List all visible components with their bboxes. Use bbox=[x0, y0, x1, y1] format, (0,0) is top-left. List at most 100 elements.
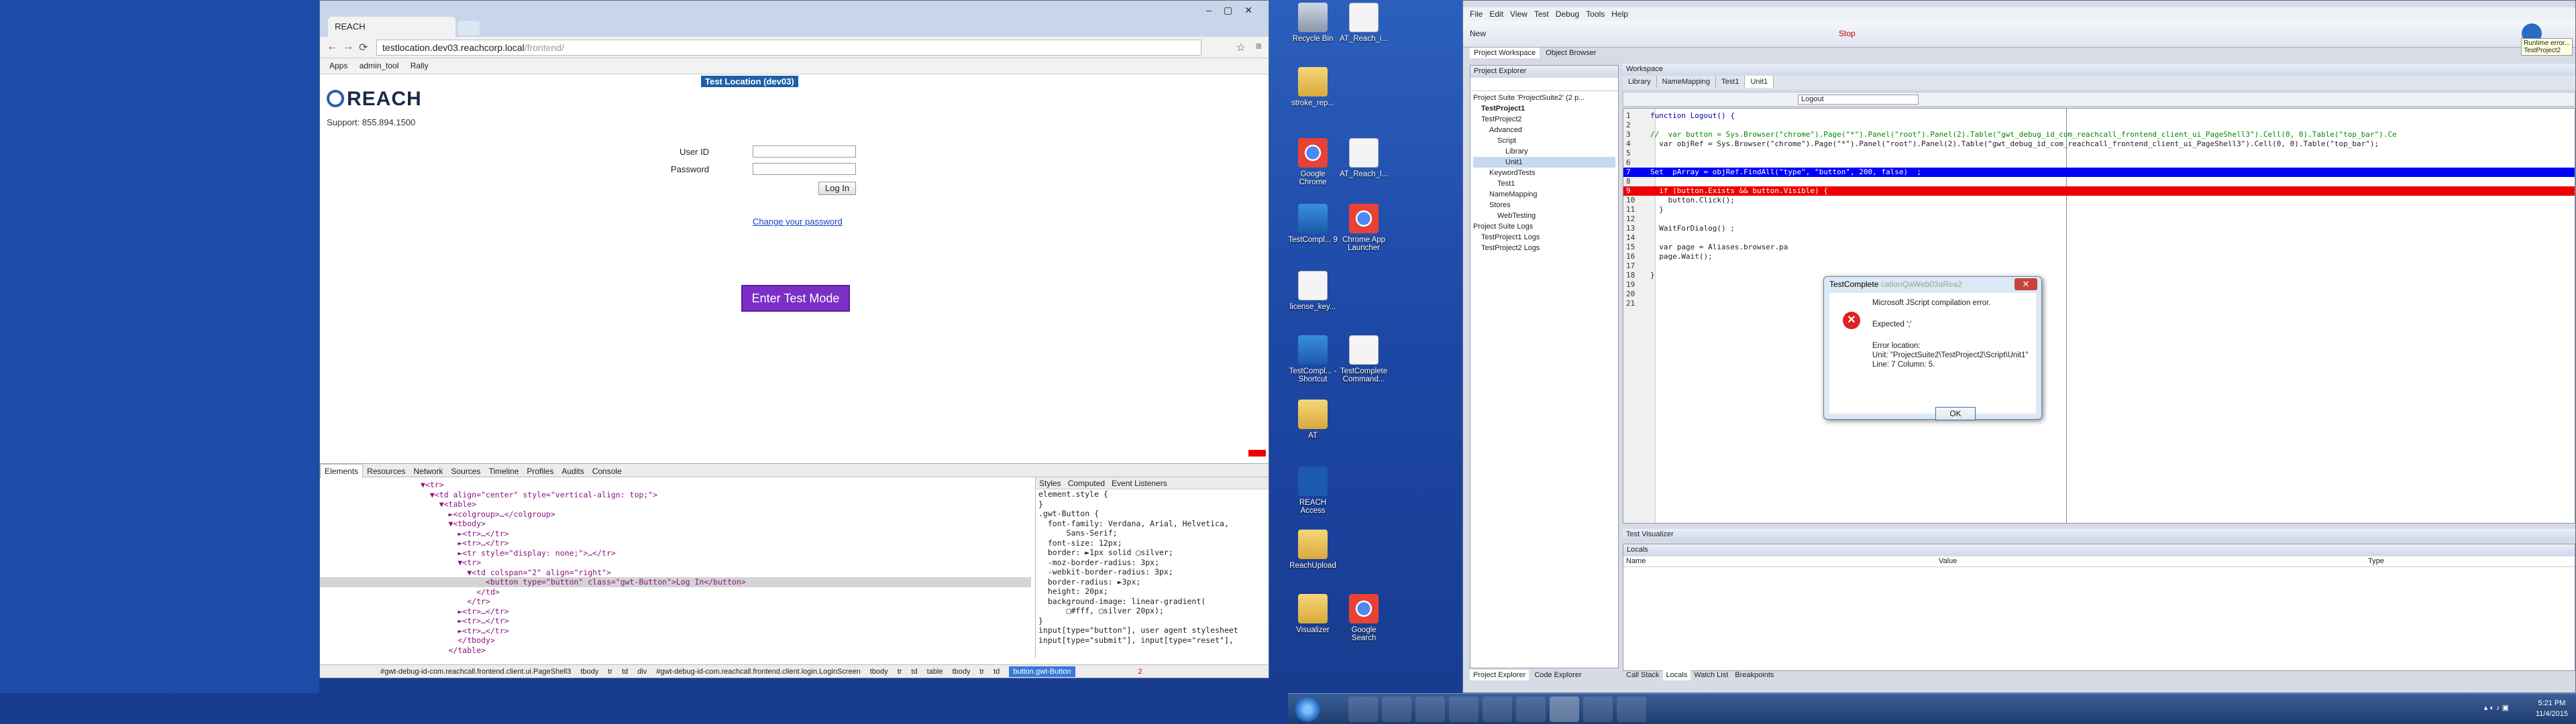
crumb[interactable]: tbody bbox=[952, 668, 970, 676]
dom-line[interactable]: </tbody> bbox=[320, 636, 1031, 646]
col-value[interactable]: Value bbox=[1939, 557, 1957, 565]
tab-code-explorer[interactable]: Code Explorer bbox=[1531, 670, 1585, 680]
tab-sources[interactable]: Sources bbox=[447, 465, 484, 478]
col-name[interactable]: Name bbox=[1626, 557, 1646, 565]
desktop-icon-chrome-app-launcher[interactable]: Chrome App Launcher bbox=[1339, 204, 1389, 252]
dom-line-selected[interactable]: <button type="button" class="gwt-Button"… bbox=[320, 577, 1031, 587]
dom-line[interactable]: ►<tr>…</tr> bbox=[320, 616, 1031, 626]
bookmark-rally[interactable]: Rally bbox=[411, 61, 429, 70]
tab-project-workspace[interactable]: Project Workspace bbox=[1470, 48, 1540, 58]
desktop-icon-visualizer[interactable]: Visualizer bbox=[1288, 594, 1338, 634]
tab-elements[interactable]: Elements bbox=[320, 464, 364, 478]
outlook-taskbar-icon[interactable] bbox=[1449, 697, 1479, 722]
tab-console[interactable]: Console bbox=[588, 465, 626, 478]
start-button[interactable] bbox=[1295, 697, 1320, 722]
crumb[interactable]: #gwt-debug-id-com.reachcall.frontend.cli… bbox=[380, 668, 571, 676]
reload-icon[interactable]: ⟳ bbox=[359, 41, 368, 54]
col-type[interactable]: Type bbox=[2368, 557, 2384, 565]
app-taskbar-icon[interactable] bbox=[1617, 697, 1646, 722]
code-editor[interactable]: 1 function Logout() { 2 3 // var button = … bbox=[1623, 108, 2575, 524]
dialog-close-button[interactable]: ✕ bbox=[2015, 278, 2037, 290]
desktop-icon-testcomplete-shortcut[interactable]: TestCompl... - Shortcut bbox=[1288, 335, 1338, 383]
crumb-selected[interactable]: button.gwt-Button bbox=[1009, 666, 1075, 677]
tab-locals[interactable]: Locals bbox=[1662, 670, 1691, 680]
tree-node[interactable]: Library bbox=[1473, 146, 1615, 157]
crumb[interactable]: td bbox=[994, 668, 1000, 676]
clock[interactable]: 5:21 PM 11/4/2015 bbox=[2536, 698, 2568, 719]
menu-help[interactable]: Help bbox=[1611, 9, 1628, 19]
crumb[interactable]: tbody bbox=[870, 668, 888, 676]
tab-object-browser[interactable]: Object Browser bbox=[1542, 48, 1600, 58]
password-input[interactable] bbox=[753, 163, 856, 175]
dom-line[interactable]: ►<tr>…</tr> bbox=[320, 607, 1031, 617]
desktop-icon-reach-access[interactable]: REACH Access bbox=[1288, 467, 1338, 515]
menu-tools[interactable]: Tools bbox=[1586, 9, 1605, 19]
app-taskbar-icon[interactable] bbox=[1516, 697, 1546, 722]
crumb[interactable]: table bbox=[927, 668, 943, 676]
tab-breakpoints[interactable]: Breakpoints bbox=[1731, 670, 1777, 680]
tree-node[interactable]: TestProject2 Logs bbox=[1473, 243, 1615, 253]
tab-call-stack[interactable]: Call Stack bbox=[1623, 670, 1663, 680]
testcomplete-taskbar-icon[interactable] bbox=[1550, 697, 1579, 722]
tab-network[interactable]: Network bbox=[409, 465, 447, 478]
desktop-icon-testcomplete-command[interactable]: TestComplete Command... bbox=[1339, 335, 1389, 383]
new-button[interactable]: New bbox=[1470, 29, 1486, 38]
tree-node[interactable]: KeywordTests bbox=[1473, 168, 1615, 178]
window-controls[interactable]: –▢✕ bbox=[1206, 5, 1265, 16]
desktop-icon-stroke-rep[interactable]: stroke_rep... bbox=[1288, 67, 1338, 107]
enter-test-mode-button[interactable]: Enter Test Mode bbox=[741, 285, 850, 312]
address-bar[interactable]: testlocation.dev03.reachcorp.local/front… bbox=[376, 40, 1201, 56]
menu-test[interactable]: Test bbox=[1534, 9, 1549, 19]
tree-node[interactable]: TestProject1 bbox=[1473, 103, 1615, 114]
tab-unit1[interactable]: Unit1 bbox=[1745, 76, 1774, 88]
tree-node[interactable]: Project Suite Logs bbox=[1473, 221, 1615, 232]
dom-line[interactable]: ▼<tr> bbox=[320, 480, 1031, 490]
system-tray[interactable]: ▴ ◐ ♪ ▣ bbox=[2484, 703, 2509, 712]
tree-node[interactable]: TestProject1 Logs bbox=[1473, 232, 1615, 243]
menu-icon[interactable]: ≡ bbox=[1256, 41, 1262, 53]
desktop-icon-recycle-bin[interactable]: Recycle Bin bbox=[1288, 3, 1338, 43]
dom-line[interactable]: ►<tr style="display: none;">…</tr> bbox=[320, 548, 1031, 558]
dom-line[interactable]: ▼<table> bbox=[320, 499, 1031, 509]
forward-icon[interactable]: → bbox=[343, 41, 354, 53]
tab-library[interactable]: Library bbox=[1623, 76, 1657, 88]
routine-select[interactable]: Logout bbox=[1798, 95, 1919, 105]
tab-timeline[interactable]: Timeline bbox=[484, 465, 523, 478]
dom-line[interactable]: ▼<td align="center" style="vertical-alig… bbox=[320, 490, 1031, 500]
app-taskbar-icon[interactable] bbox=[1483, 697, 1512, 722]
tab-resources[interactable]: Resources bbox=[363, 465, 409, 478]
tree-node-selected[interactable]: Unit1 bbox=[1473, 157, 1615, 168]
tab-computed[interactable]: Computed bbox=[1065, 477, 1108, 490]
desktop-icon-reachupload[interactable]: ReachUpload bbox=[1288, 530, 1338, 570]
browser-tab[interactable]: REACH bbox=[328, 17, 455, 37]
desktop-icon-testcomplete-9[interactable]: TestCompl... 9 bbox=[1288, 204, 1338, 244]
tab-watch-list[interactable]: Watch List bbox=[1690, 670, 1731, 680]
app-taskbar-icon[interactable] bbox=[1583, 697, 1613, 722]
menu-file[interactable]: File bbox=[1470, 9, 1483, 19]
new-tab-button[interactable] bbox=[458, 21, 480, 36]
dom-line[interactable]: ►<tr>…</tr> bbox=[320, 538, 1031, 548]
dom-line[interactable]: </tr> bbox=[320, 597, 1031, 607]
crumb[interactable]: td bbox=[911, 668, 917, 676]
crumb[interactable]: td bbox=[622, 668, 628, 676]
crumb[interactable]: tr bbox=[608, 668, 612, 676]
bookmark-admin-tool[interactable]: admin_tool bbox=[360, 61, 399, 70]
crumb[interactable]: tbody bbox=[580, 668, 598, 676]
tree-node[interactable]: Advanced bbox=[1473, 125, 1615, 135]
crumb[interactable]: tr bbox=[898, 668, 902, 676]
ok-button[interactable]: OK bbox=[1935, 407, 1976, 420]
dom-line[interactable]: ▼<td colspan="2" align="right"> bbox=[320, 568, 1031, 578]
desktop-icon-at-reach-l[interactable]: AT_Reach_l... bbox=[1339, 138, 1389, 178]
dom-line[interactable]: ►<tr>…</tr> bbox=[320, 626, 1031, 636]
tree-node[interactable]: Script bbox=[1473, 135, 1615, 146]
tree-node[interactable]: NameMapping bbox=[1473, 189, 1615, 200]
change-password-link[interactable]: Change your password bbox=[753, 217, 843, 227]
tab-audits[interactable]: Audits bbox=[557, 465, 588, 478]
tab-project-explorer[interactable]: Project Explorer bbox=[1470, 670, 1529, 680]
star-icon[interactable]: ☆ bbox=[1236, 41, 1246, 54]
error-count-badge[interactable]: 2 bbox=[1138, 668, 1142, 676]
user-id-input[interactable] bbox=[753, 145, 856, 158]
explorer-taskbar-icon[interactable] bbox=[1382, 697, 1411, 722]
chrome-taskbar-icon[interactable] bbox=[1415, 697, 1445, 722]
menu-edit[interactable]: Edit bbox=[1489, 9, 1503, 19]
